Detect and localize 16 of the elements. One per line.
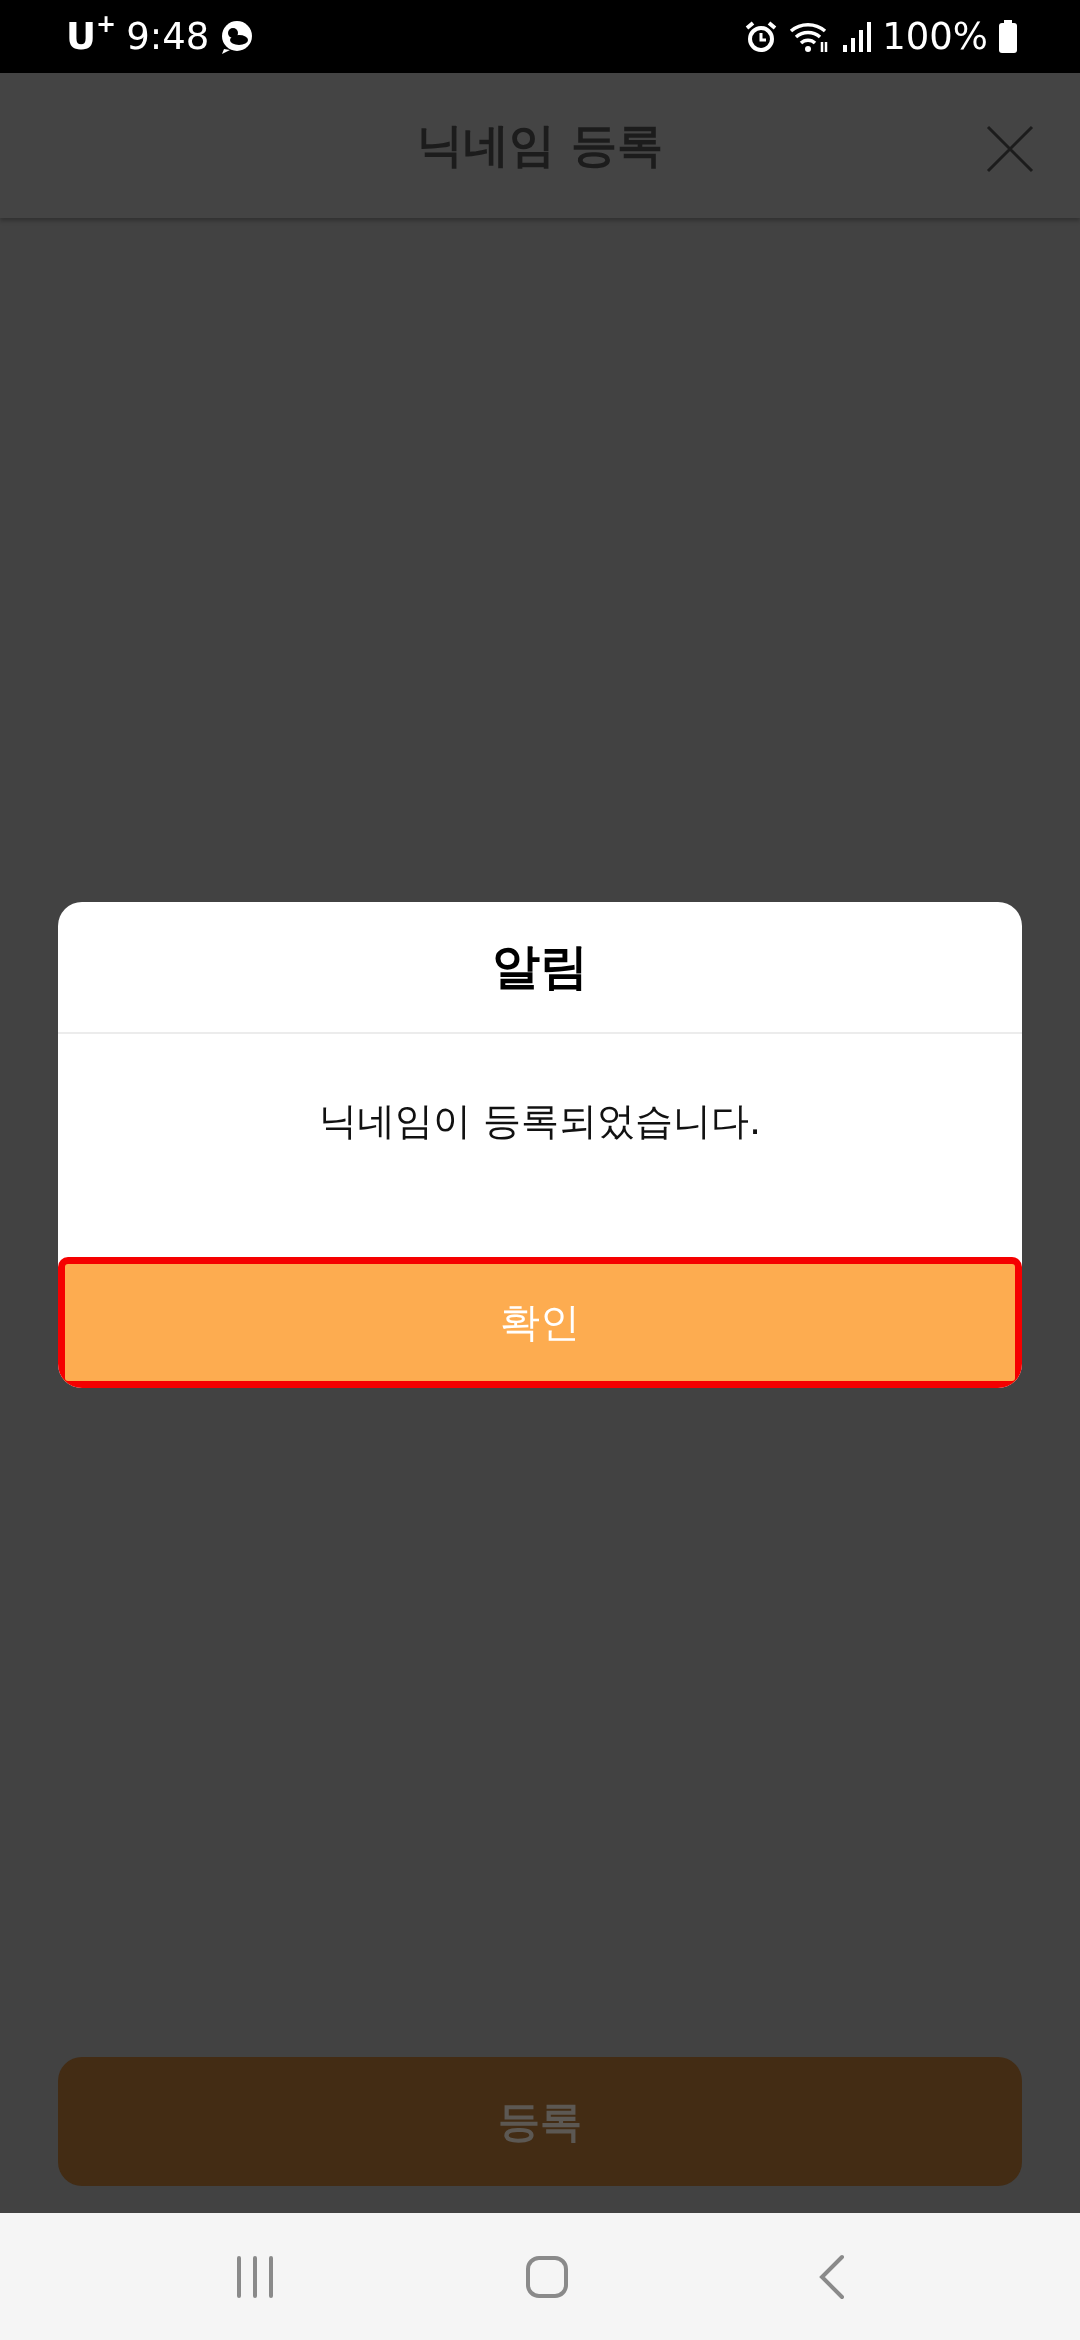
home-icon	[525, 2254, 569, 2299]
signal-icon	[842, 20, 873, 53]
dialog-title: 알림	[58, 902, 1022, 1034]
battery-icon	[998, 19, 1018, 54]
back-icon	[819, 2253, 845, 2300]
alarm-icon	[744, 19, 779, 54]
recent-apps-icon	[235, 2255, 275, 2298]
back-button[interactable]	[819, 2253, 845, 2300]
home-button[interactable]	[525, 2254, 569, 2299]
clock: 9:48	[126, 18, 210, 55]
confirm-button[interactable]: 확인	[58, 1257, 1022, 1388]
recent-apps-button[interactable]	[235, 2255, 275, 2298]
battery-percent: 100%	[882, 18, 988, 55]
dialog-message: 닉네임이 등록되었습니다.	[317, 1098, 763, 1145]
carrier-label: U+	[66, 18, 117, 55]
close-icon	[986, 125, 1034, 173]
